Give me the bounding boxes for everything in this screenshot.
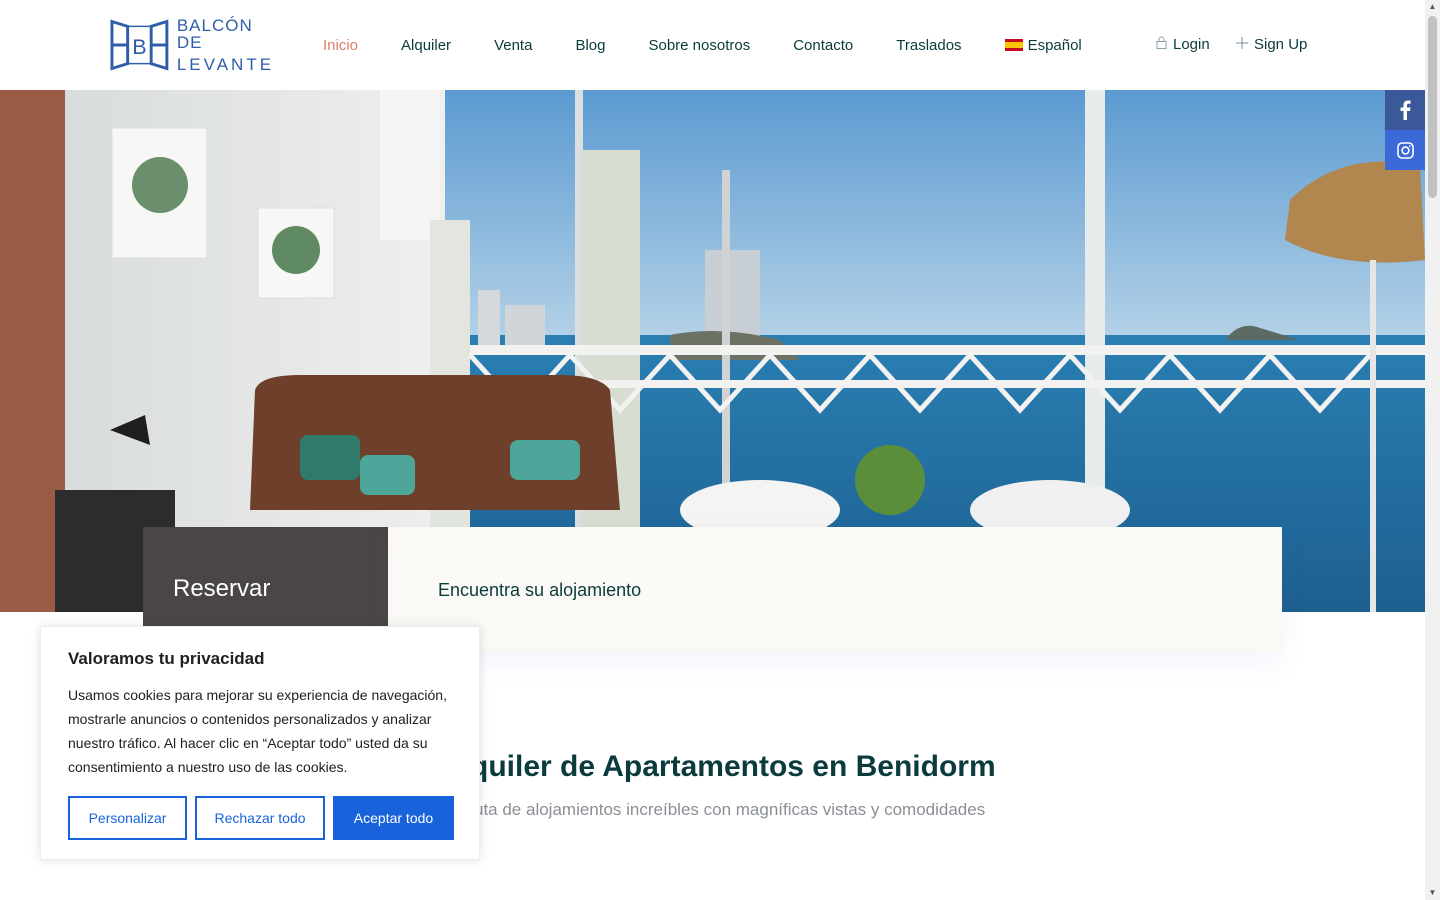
main-nav: Inicio Alquiler Venta Blog Sobre nosotro… <box>323 0 1125 90</box>
section-title: quiler de Apartamentos en Benidorm <box>470 750 996 783</box>
login-label: Login <box>1173 35 1210 53</box>
logo-mark-icon: B <box>110 19 169 71</box>
cookie-text: Usamos cookies para mejorar su experienc… <box>68 687 447 775</box>
reservar-label: Reservar <box>173 575 271 602</box>
language-label: Español <box>1027 36 1082 54</box>
nav-item-inicio[interactable]: Inicio <box>323 37 358 54</box>
facebook-button[interactable] <box>1385 90 1425 130</box>
nav-item-blog[interactable]: Blog <box>575 37 605 54</box>
logo[interactable]: B BALCÓN DE LEVANTE <box>110 17 282 73</box>
facebook-icon <box>1400 100 1411 120</box>
spain-flag-icon <box>1004 39 1023 51</box>
nav-item-traslados[interactable]: Traslados <box>896 37 961 54</box>
logo-line-2: LEVANTE <box>176 55 275 74</box>
signup-link[interactable]: Sign Up <box>1236 0 1307 88</box>
scroll-thumb[interactable] <box>1428 16 1437 198</box>
instagram-button[interactable] <box>1385 130 1425 170</box>
logo-line-1: BALCÓN DE <box>176 16 253 52</box>
nav-item-contacto[interactable]: Contacto <box>793 37 853 54</box>
scroll-down-arrow-icon[interactable]: ▼ <box>1425 886 1440 900</box>
cookie-banner: Valoramos tu privacidad Usamos cookies p… <box>40 626 480 860</box>
accept-all-button[interactable]: Aceptar todo <box>333 796 454 840</box>
site-header: B BALCÓN DE LEVANTE Inicio Alquiler Vent… <box>0 0 1425 90</box>
customize-button[interactable]: Personalizar <box>68 796 187 840</box>
plus-icon <box>1236 36 1248 52</box>
booking-search-label: Encuentra su alojamiento <box>438 580 642 600</box>
signup-label: Sign Up <box>1254 35 1308 53</box>
cookie-title: Valoramos tu privacidad <box>68 649 265 668</box>
page-scrollbar[interactable]: ▲ ▼ <box>1425 0 1440 900</box>
lock-icon <box>1156 36 1167 52</box>
booking-search-panel[interactable]: Encuentra su alojamiento <box>388 527 1282 652</box>
svg-text:B: B <box>132 34 146 59</box>
nav-item-sobre-nosotros[interactable]: Sobre nosotros <box>648 37 750 54</box>
reject-all-button[interactable]: Rechazar todo <box>195 796 325 840</box>
instagram-icon <box>1396 141 1414 159</box>
social-sidebar <box>1385 90 1425 170</box>
login-link[interactable]: Login <box>1156 0 1210 88</box>
section-subtitle: uta de alojamientos increíbles con magní… <box>474 800 986 819</box>
cookie-actions: Personalizar Rechazar todo Aceptar todo <box>68 796 454 840</box>
nav-item-venta[interactable]: Venta <box>494 37 532 54</box>
logo-text: BALCÓN DE LEVANTE <box>177 17 282 73</box>
language-selector[interactable]: Español <box>1004 36 1082 54</box>
nav-item-alquiler[interactable]: Alquiler <box>401 37 451 54</box>
scroll-up-arrow-icon[interactable]: ▲ <box>1425 0 1440 14</box>
